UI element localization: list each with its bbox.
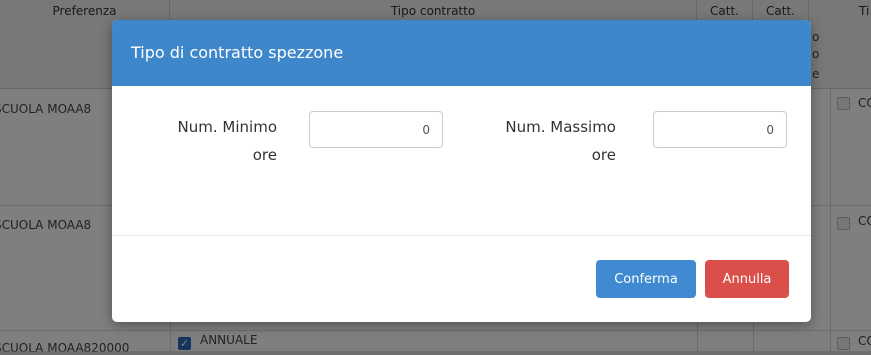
modal-header: Tipo di contratto spezzone <box>112 20 811 86</box>
modal-footer-divider <box>112 235 811 236</box>
min-hours-input[interactable] <box>309 111 443 148</box>
confirm-button[interactable]: Conferma <box>596 260 696 298</box>
min-hours-label-line1: Num. Minimo <box>177 118 277 136</box>
min-hours-label: Num. Minimo ore <box>122 113 277 169</box>
modal-title: Tipo di contratto spezzone <box>131 43 344 62</box>
contract-modal: Tipo di contratto spezzone Num. Minimo o… <box>112 20 811 322</box>
max-hours-input[interactable] <box>653 111 787 148</box>
min-hours-label-line2: ore <box>252 146 277 164</box>
max-hours-label-line2: ore <box>591 146 616 164</box>
cancel-button[interactable]: Annulla <box>705 260 789 298</box>
max-hours-label: Num. Massimo ore <box>461 113 616 169</box>
max-hours-label-line1: Num. Massimo <box>505 118 616 136</box>
